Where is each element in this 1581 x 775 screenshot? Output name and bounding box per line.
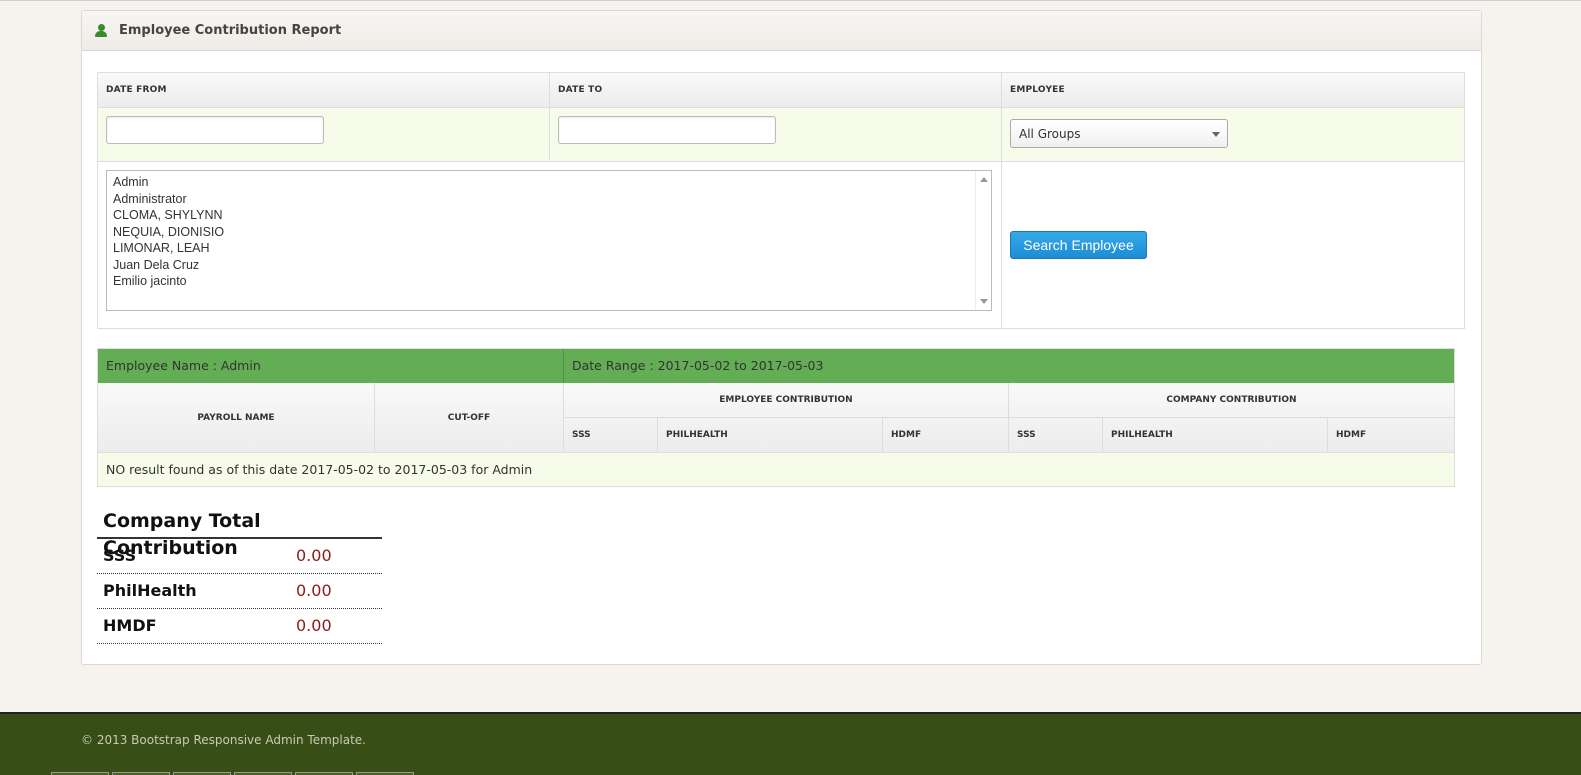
report-widget: Employee Contribution Report DATE FROM D… [81, 10, 1482, 665]
emp-sss-header: SSS [564, 418, 658, 453]
user-icon [95, 23, 107, 38]
group-select-value: All Groups [1019, 127, 1081, 141]
totals-value: 0.00 [296, 581, 332, 600]
group-select[interactable]: All Groups [1010, 119, 1228, 148]
totals-row-philhealth: PhilHealth 0.00 [97, 574, 382, 609]
date-range-cell: Date Range : 2017-05-02 to 2017-05-03 [572, 358, 824, 373]
results-header: PAYROLL NAME CUT-OFF EMPLOYEE CONTRIBUTI… [98, 383, 1454, 453]
scroll-up-icon[interactable] [980, 177, 988, 182]
employee-listbox[interactable]: Admin Administrator CLOMA, SHYLYNN NEQUI… [106, 170, 992, 311]
employee-label: EMPLOYEE [1010, 85, 1065, 95]
totals-label: HMDF [103, 616, 157, 635]
co-philhealth-header: PHILHEALTH [1103, 418, 1328, 453]
totals-value: 0.00 [296, 546, 332, 565]
filter-header-row: DATE FROM DATE TO EMPLOYEE [98, 73, 1464, 108]
widget-header: Employee Contribution Report [82, 11, 1481, 51]
totals-value: 0.00 [296, 616, 332, 635]
list-item[interactable]: LIMONAR, LEAH [113, 240, 224, 257]
filter-table: DATE FROM DATE TO EMPLOYEE All Groups Ad… [97, 72, 1465, 329]
totals-row-sss: SSS 0.00 [97, 539, 382, 574]
date-from-label: DATE FROM [106, 85, 167, 95]
footer-tab-strip [51, 767, 417, 775]
list-item[interactable]: Administrator [113, 191, 224, 208]
date-to-input[interactable] [558, 116, 776, 144]
top-border [0, 0, 1581, 1]
employee-contribution-header: EMPLOYEE CONTRIBUTION [564, 383, 1009, 418]
emp-philhealth-header: PHILHEALTH [658, 418, 883, 453]
filter-list-row: Admin Administrator CLOMA, SHYLYNN NEQUI… [98, 162, 1464, 328]
list-item[interactable]: NEQUIA, DIONISIO [113, 224, 224, 241]
payroll-name-header: PAYROLL NAME [98, 383, 375, 453]
co-sss-header: SSS [1009, 418, 1103, 453]
results-table: Employee Name : Admin Date Range : 2017-… [97, 348, 1455, 487]
listbox-scrollbar[interactable] [975, 171, 991, 310]
footer-copyright: © 2013 Bootstrap Responsive Admin Templa… [81, 733, 366, 747]
scroll-down-icon[interactable] [980, 299, 988, 304]
chevron-down-icon [1212, 132, 1220, 137]
footer: © 2013 Bootstrap Responsive Admin Templa… [0, 712, 1581, 775]
co-hdmf-header: HDMF [1328, 418, 1454, 453]
emp-hdmf-header: HDMF [883, 418, 1009, 453]
list-item[interactable]: Emilio jacinto [113, 273, 224, 290]
results-summary-row: Employee Name : Admin Date Range : 2017-… [98, 349, 1454, 383]
cutoff-header: CUT-OFF [375, 383, 564, 453]
totals-title: Company Total Contribution [97, 508, 382, 559]
list-item[interactable]: CLOMA, SHYLYNN [113, 207, 224, 224]
no-result-message: NO result found as of this date 2017-05-… [98, 453, 1454, 486]
totals-row-hmdf: HMDF 0.00 [97, 609, 382, 644]
company-contribution-header: COMPANY CONTRIBUTION [1009, 383, 1454, 418]
search-employee-button[interactable]: Search Employee [1010, 231, 1147, 259]
totals-label: SSS [103, 546, 137, 565]
totals-label: PhilHealth [103, 581, 197, 600]
widget-title: Employee Contribution Report [119, 23, 342, 38]
date-from-input[interactable] [106, 116, 324, 144]
filter-input-row: All Groups [98, 108, 1464, 162]
list-item[interactable]: Admin [113, 174, 224, 191]
list-item[interactable]: Juan Dela Cruz [113, 257, 224, 274]
company-totals: Company Total Contribution SSS 0.00 Phil… [97, 508, 382, 644]
employee-name-cell: Employee Name : Admin [98, 349, 564, 383]
date-to-label: DATE TO [558, 85, 603, 95]
